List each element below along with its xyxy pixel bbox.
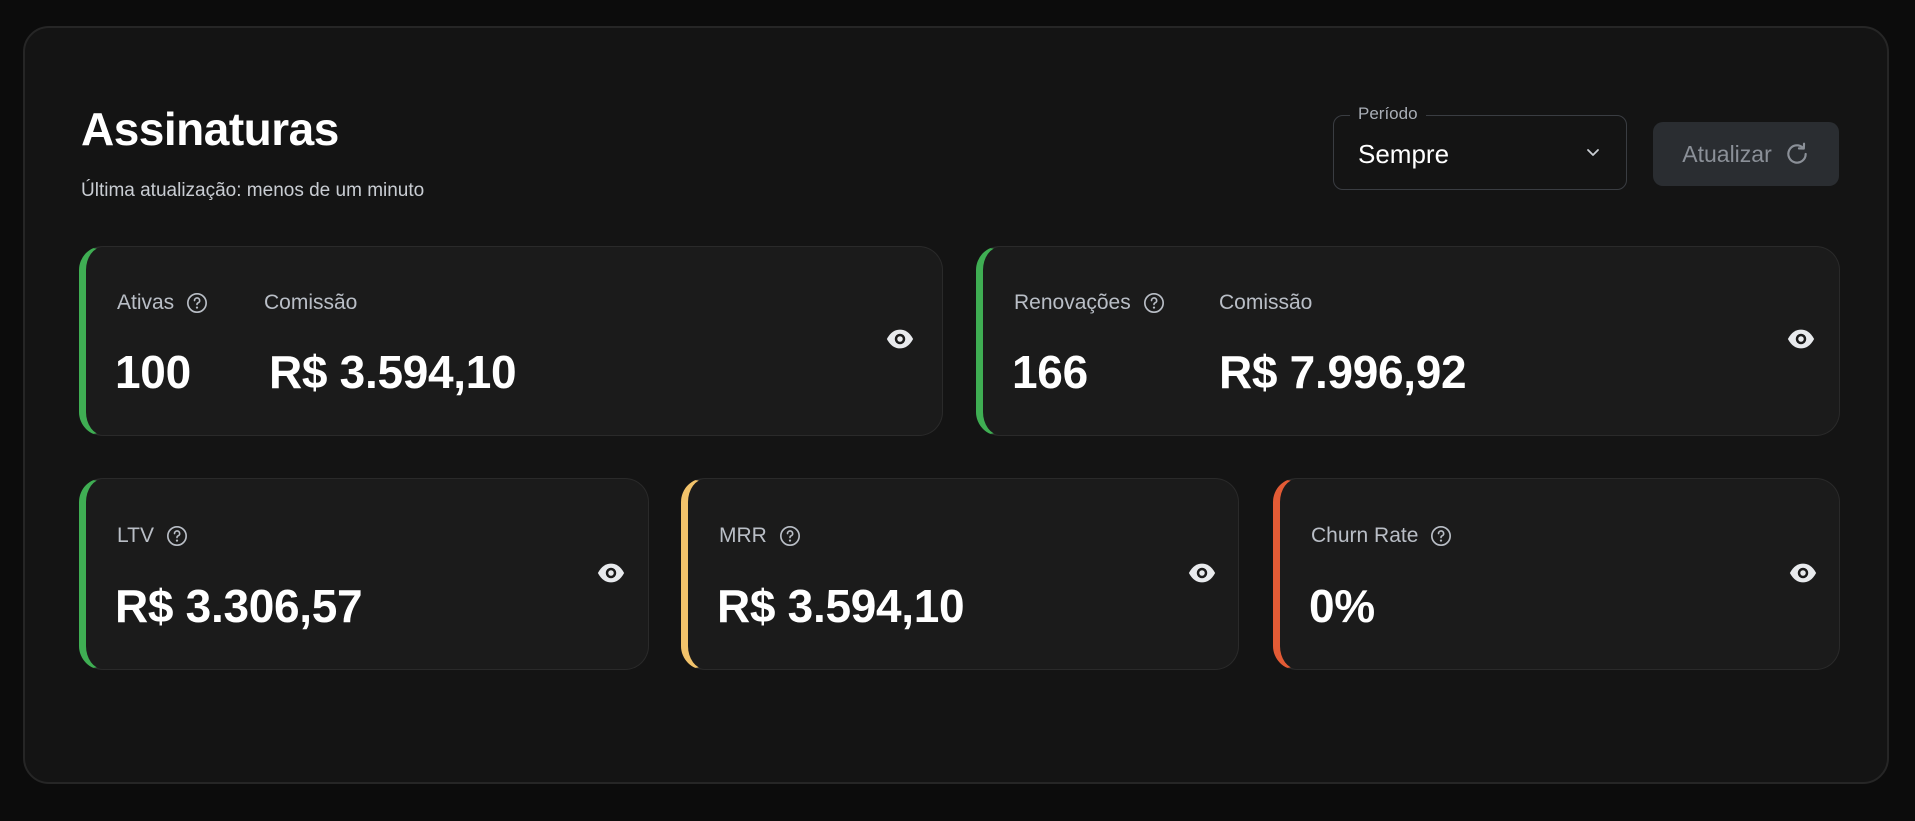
help-circle-icon[interactable]: [779, 525, 801, 547]
page-title: Assinaturas: [81, 103, 339, 155]
renewals-commission-label-text: Comissão: [1219, 291, 1313, 314]
chevron-down-icon: [1587, 149, 1599, 156]
active-commission-label-text: Comissão: [264, 291, 358, 314]
churn-rate-card: Churn Rate 0%: [1273, 478, 1840, 670]
active-commission-label: Comissão: [264, 291, 357, 315]
help-circle-icon[interactable]: [1430, 525, 1452, 547]
period-select[interactable]: Período Sempre: [1333, 104, 1627, 190]
renewals-label-text: Renovações: [1014, 291, 1131, 314]
mrr-card: MRR R$ 3.594,10: [681, 478, 1239, 670]
ltv-label-text: LTV: [117, 524, 154, 547]
refresh-button-label: Atualizar: [1682, 140, 1772, 167]
renewals-count-value: 166: [1012, 346, 1088, 398]
ltv-label: LTV: [117, 524, 188, 548]
eye-icon[interactable]: [1786, 324, 1816, 354]
mrr-value: R$ 3.594,10: [717, 580, 965, 632]
active-subscriptions-card: Ativas Comissão 100 R$ 3.594,10: [79, 246, 943, 436]
renewals-commission-label: Comissão: [1219, 291, 1312, 315]
subscriptions-panel: Assinaturas Última atualização: menos de…: [23, 26, 1889, 784]
active-count-value: 100: [115, 346, 191, 398]
period-select-value: Sempre: [1358, 139, 1450, 169]
last-update-text: Última atualização: menos de um minuto: [81, 180, 425, 201]
churn-label: Churn Rate: [1311, 524, 1452, 548]
eye-icon[interactable]: [1788, 558, 1818, 588]
ltv-value: R$ 3.306,57: [115, 580, 363, 632]
eye-icon[interactable]: [1187, 558, 1217, 588]
active-label-text: Ativas: [117, 291, 175, 314]
renewals-label: Renovações: [1014, 291, 1165, 315]
active-label: Ativas: [117, 291, 208, 315]
churn-value: 0%: [1309, 580, 1375, 632]
ltv-card: LTV R$ 3.306,57: [79, 478, 649, 670]
eye-icon[interactable]: [885, 324, 915, 354]
mrr-label-text: MRR: [719, 524, 767, 547]
active-commission-value: R$ 3.594,10: [269, 346, 517, 398]
help-circle-icon[interactable]: [1143, 292, 1165, 314]
renewals-commission-value: R$ 7.996,92: [1219, 346, 1467, 398]
help-circle-icon[interactable]: [186, 292, 208, 314]
refresh-button[interactable]: Atualizar: [1653, 122, 1839, 186]
refresh-icon: [1787, 142, 1807, 164]
eye-icon[interactable]: [596, 558, 626, 588]
help-circle-icon[interactable]: [166, 525, 188, 547]
renewals-card: Renovações Comissão 166 R$ 7.996,92: [976, 246, 1840, 436]
churn-label-text: Churn Rate: [1311, 524, 1419, 547]
period-select-label: Período: [1350, 104, 1426, 124]
mrr-label: MRR: [719, 524, 801, 548]
